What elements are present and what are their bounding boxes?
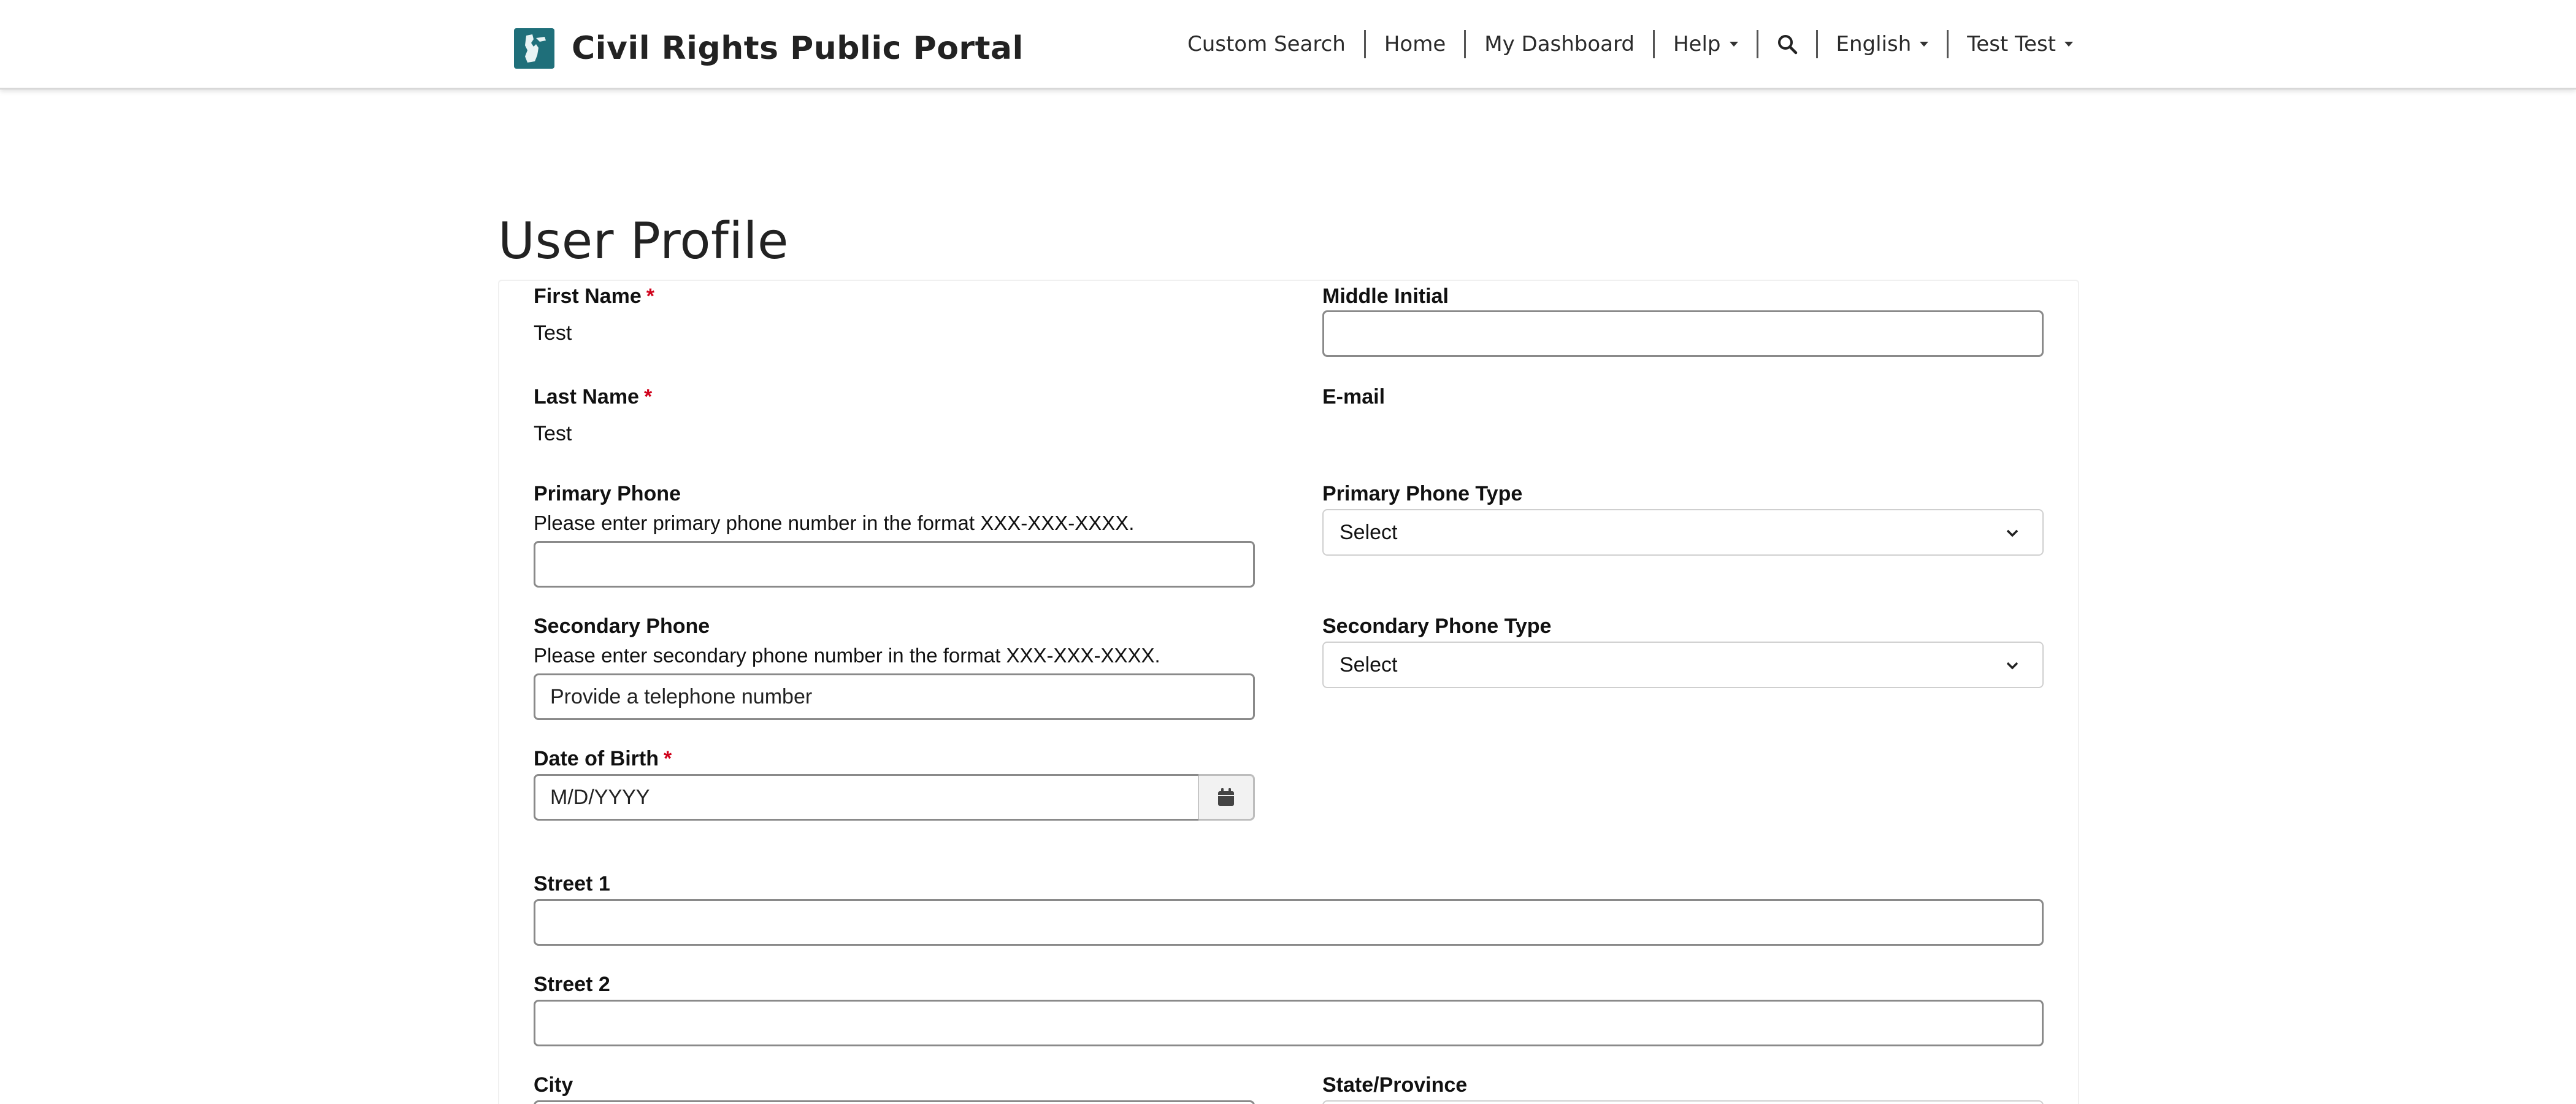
nav-user-label: Test Test — [1967, 32, 2056, 56]
required-mark: * — [646, 285, 654, 308]
secondary-phone-type-selected: Select — [1340, 653, 1398, 677]
chevron-down-icon — [2006, 662, 2018, 670]
date-of-birth-label-text: Date of Birth — [534, 747, 659, 770]
michigan-logo-icon — [514, 28, 554, 69]
nav-my-dashboard[interactable]: My Dashboard — [1466, 30, 1655, 58]
last-name-value: Test — [534, 422, 572, 445]
main-nav: Custom Search Home My Dashboard Help Eng… — [1169, 27, 2073, 61]
secondary-phone-input[interactable] — [534, 673, 1255, 720]
nav-user-dropdown[interactable]: Test Test — [1949, 30, 2073, 58]
street1-input[interactable] — [534, 899, 2044, 946]
date-of-birth-input[interactable] — [534, 774, 1200, 821]
nav-language-dropdown[interactable]: English — [1818, 30, 1949, 58]
middle-initial-label: Middle Initial — [1322, 285, 1449, 308]
brand[interactable]: Civil Rights Public Portal — [514, 28, 1024, 69]
nav-search-button[interactable] — [1758, 30, 1818, 58]
portal-title: Civil Rights Public Portal — [572, 30, 1024, 67]
primary-phone-input[interactable] — [534, 541, 1255, 588]
date-picker-button[interactable] — [1198, 774, 1255, 821]
last-name-label: Last Name * — [534, 385, 652, 409]
middle-initial-input[interactable] — [1322, 310, 2044, 357]
nav-help-dropdown[interactable]: Help — [1655, 30, 1758, 58]
street2-label: Street 2 — [534, 973, 610, 996]
email-label: E-mail — [1322, 385, 1386, 408]
state-province-label: State/Province — [1322, 1073, 1468, 1097]
first-name-label-text: First Name — [534, 285, 642, 308]
calendar-icon — [1217, 788, 1234, 806]
nav-home[interactable]: Home — [1366, 30, 1466, 58]
nav-custom-search-label: Custom Search — [1187, 32, 1346, 56]
primary-phone-type-label: Primary Phone Type — [1322, 482, 1523, 505]
first-name-value: Test — [534, 321, 572, 345]
caret-down-icon — [2064, 42, 2073, 47]
secondary-phone-hint: Please enter secondary phone number in t… — [534, 644, 1160, 667]
city-label: City — [534, 1073, 573, 1097]
date-of-birth-label: Date of Birth * — [534, 747, 672, 771]
chevron-down-icon — [2006, 529, 2018, 537]
caret-down-icon — [1920, 42, 1929, 47]
city-input[interactable] — [534, 1100, 1255, 1104]
page-title: User Profile — [498, 212, 789, 270]
secondary-phone-type-select[interactable]: Select — [1322, 642, 2044, 688]
search-icon — [1777, 35, 1797, 55]
nav-language-label: English — [1836, 32, 1912, 56]
nav-my-dashboard-label: My Dashboard — [1484, 32, 1635, 56]
caret-down-icon — [1729, 42, 1738, 47]
primary-phone-type-select[interactable]: Select — [1322, 509, 2044, 556]
primary-phone-hint: Please enter primary phone number in the… — [534, 512, 1135, 534]
street1-label: Street 1 — [534, 872, 610, 895]
primary-phone-label: Primary Phone — [534, 482, 681, 505]
nav-home-label: Home — [1384, 32, 1446, 56]
primary-phone-type-selected: Select — [1340, 520, 1398, 544]
secondary-phone-label: Secondary Phone — [534, 615, 710, 638]
last-name-label-text: Last Name — [534, 385, 639, 408]
top-navbar: Civil Rights Public Portal Custom Search… — [0, 0, 2576, 90]
state-province-select[interactable] — [1322, 1100, 2044, 1104]
required-mark: * — [664, 747, 672, 770]
first-name-label: First Name * — [534, 285, 654, 309]
user-profile-form: First Name * Test Middle Initial Last Nam… — [498, 280, 2079, 1104]
nav-help-label: Help — [1673, 32, 1721, 56]
secondary-phone-type-label: Secondary Phone Type — [1322, 615, 1552, 638]
nav-custom-search[interactable]: Custom Search — [1169, 30, 1366, 58]
street2-input[interactable] — [534, 1000, 2044, 1046]
required-mark: * — [643, 385, 653, 408]
